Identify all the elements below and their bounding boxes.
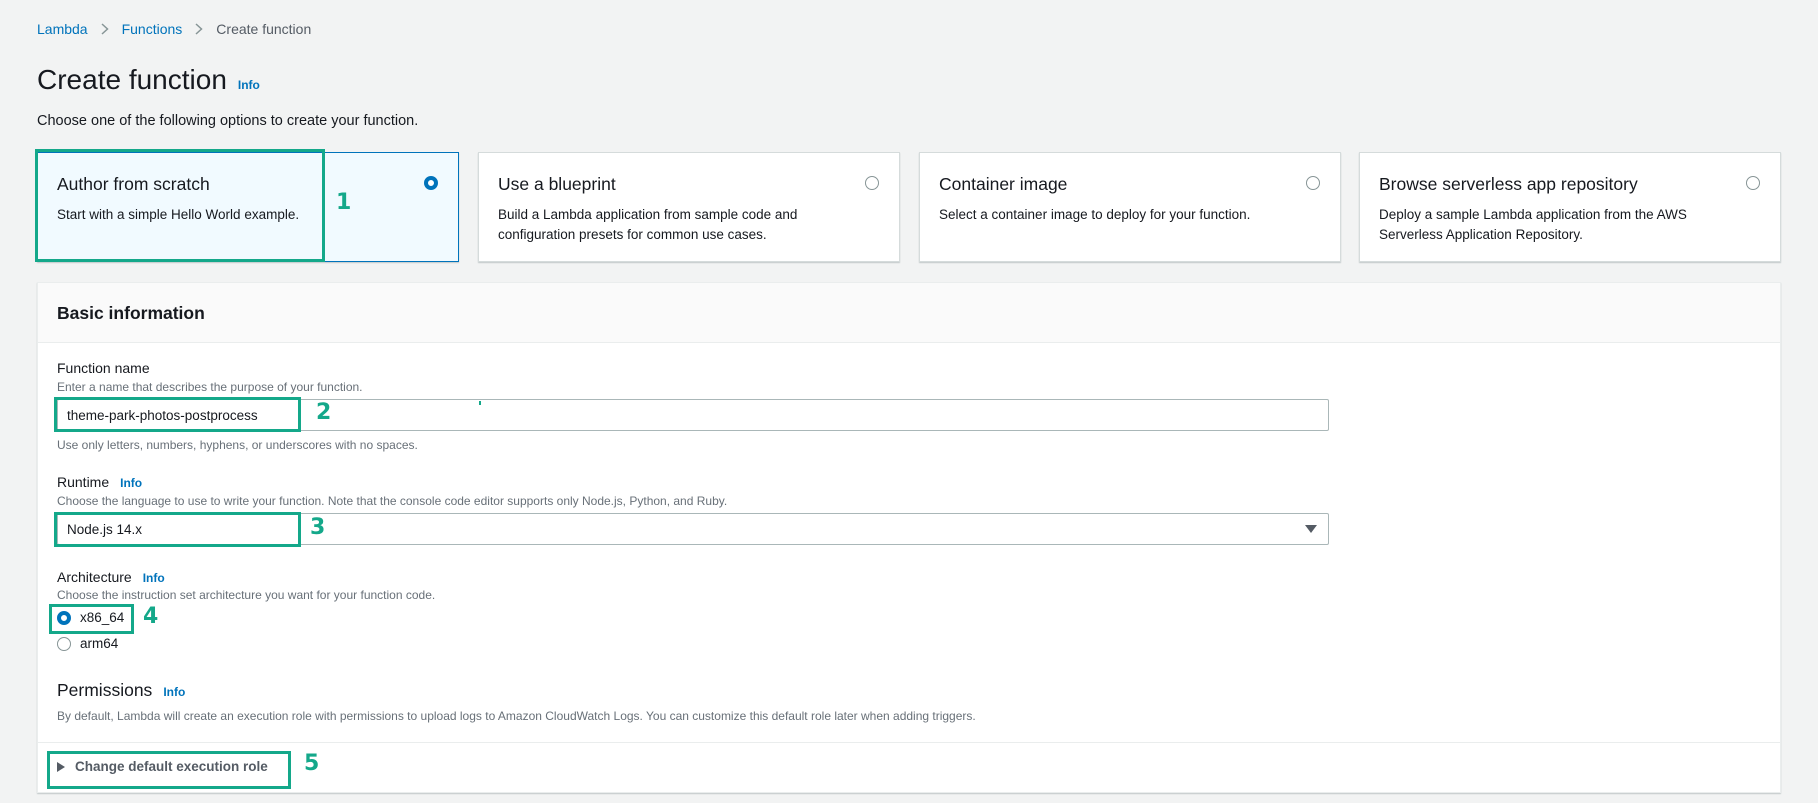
divider (38, 742, 1780, 743)
function-name-label-text: Function name (57, 360, 150, 376)
option-radio[interactable] (865, 176, 879, 190)
runtime-description: Choose the language to use to write your… (57, 494, 728, 508)
architecture-radio[interactable] (57, 610, 71, 625)
runtime-label-text: Runtime (57, 474, 110, 490)
annotation-number-5: 5 (304, 751, 320, 776)
annotation-number-3: 3 (310, 515, 326, 540)
architecture-label-text: Architecture (57, 569, 132, 585)
function-name-input[interactable] (57, 399, 1329, 431)
option-title: Author from scratch (57, 174, 210, 194)
option-title: Browse serverless app repository (1379, 174, 1638, 194)
annotation-mark (479, 401, 481, 405)
caret-down-icon (1305, 525, 1317, 533)
permissions-info-link[interactable]: Info (163, 685, 185, 699)
option-title: Use a blueprint (498, 174, 616, 194)
option-use-blueprint[interactable]: Use a blueprint Build a Lambda applicati… (478, 152, 900, 262)
runtime-select-value: Node.js 14.x (67, 521, 143, 537)
option-description: Select a container image to deploy for y… (939, 207, 1251, 222)
runtime-info-link[interactable]: Info (120, 476, 142, 490)
chevron-right-icon (195, 23, 203, 35)
option-author-from-scratch[interactable]: Author from scratch Start with a simple … (37, 152, 459, 262)
function-name-label: Function name (57, 360, 150, 376)
annotation-number-1: 1 (336, 190, 352, 215)
runtime-select[interactable]: Node.js 14.x (57, 513, 1329, 545)
function-name-description: Enter a name that describes the purpose … (57, 380, 363, 394)
caret-right-icon (57, 761, 65, 772)
page-description: Choose one of the following options to c… (37, 113, 419, 129)
option-description: Deploy a sample Lambda application from … (1379, 207, 1687, 242)
page-title-text: Create function (37, 64, 227, 95)
expander-label: Change default execution role (75, 759, 268, 774)
architecture-option-x86-64[interactable]: x86_64 (57, 610, 124, 625)
change-default-execution-role-expander[interactable]: Change default execution role (57, 759, 268, 774)
option-browse-serverless-repo[interactable]: Browse serverless app repository Deploy … (1359, 152, 1781, 262)
option-radio[interactable] (1306, 176, 1320, 190)
permissions-description: By default, Lambda will create an execut… (57, 709, 976, 723)
option-radio[interactable] (424, 176, 438, 190)
architecture-description: Choose the instruction set architecture … (57, 588, 436, 602)
annotation-number-2: 2 (316, 400, 332, 425)
panel-header: Basic information (38, 283, 1780, 343)
architecture-option-label: x86_64 (80, 610, 125, 625)
function-name-hint: Use only letters, numbers, hyphens, or u… (57, 438, 418, 452)
permissions-heading-text: Permissions (57, 680, 153, 700)
breadcrumb-lambda[interactable]: Lambda (37, 21, 88, 37)
architecture-option-label: arm64 (80, 636, 119, 651)
page-title: Create function Info (37, 64, 260, 96)
breadcrumb: Lambda Functions Create function (37, 21, 311, 37)
breadcrumb-current: Create function (216, 21, 312, 37)
breadcrumb-functions[interactable]: Functions (122, 21, 183, 37)
option-radio[interactable] (1746, 176, 1760, 190)
option-description: Build a Lambda application from sample c… (498, 207, 798, 242)
title-info-link[interactable]: Info (238, 78, 260, 92)
basic-information-panel: Basic information Function name Enter a … (37, 282, 1781, 793)
option-title: Container image (939, 174, 1068, 194)
chevron-right-icon (101, 23, 109, 35)
runtime-label: Runtime Info (57, 474, 142, 490)
architecture-info-link[interactable]: Info (143, 571, 165, 585)
annotation-number-4: 4 (143, 604, 159, 629)
architecture-radio[interactable] (57, 636, 71, 651)
option-container-image[interactable]: Container image Select a container image… (919, 152, 1341, 262)
architecture-option-arm64[interactable]: arm64 (57, 636, 118, 651)
permissions-heading: Permissions Info (57, 680, 185, 701)
architecture-label: Architecture Info (57, 569, 165, 585)
